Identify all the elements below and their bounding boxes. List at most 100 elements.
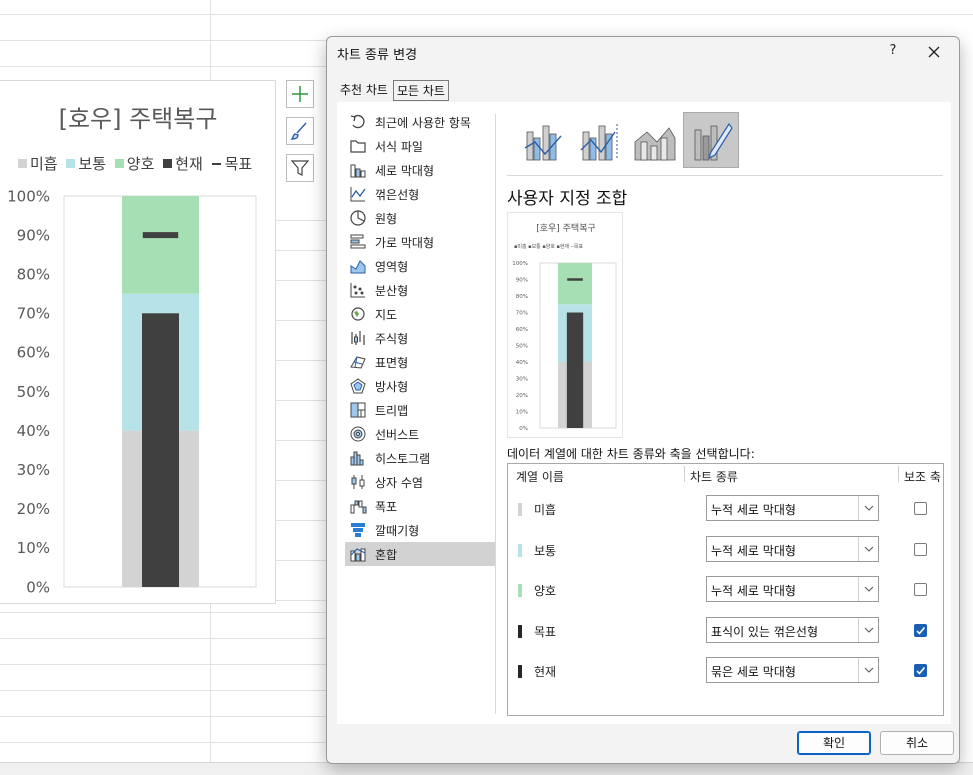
dropdown-button[interactable] [858,658,878,682]
series-name: 양호 [534,584,557,598]
legend-item: 양호 [114,155,154,173]
checkmark-icon [916,666,926,675]
chart-type-item[interactable]: 방사형 [345,374,495,398]
chart-filters-button[interactable] [286,154,314,182]
secondary-axis-checkbox[interactable] [914,583,927,596]
dropdown-button[interactable] [858,536,878,561]
chart-type-item[interactable]: 꺾은선형 [345,182,495,206]
series-color-swatch [518,624,522,638]
series-chart-type-value: 표식이 있는 꺾은선형 [711,624,818,639]
y-tick-label: 100% [512,261,528,267]
chart-type-label: 방사형 [375,379,409,394]
close-button[interactable] [923,41,945,63]
series-row: 양호 누적 세로 막대형 [508,569,943,609]
y-tick-label: 90% [17,226,50,244]
chart-type-label: 분산형 [375,283,409,298]
chart-type-label: 영역형 [375,259,409,274]
secondary-axis-checkbox[interactable] [914,623,927,637]
chart-type-item[interactable]: 히스토그램 [345,446,495,470]
series-row: 현재 묶은 세로 막대형 [508,650,943,690]
chart-type-item[interactable]: 폭포 [345,494,495,518]
column-chart-icon [350,164,366,178]
chart-type-item[interactable]: 세로 막대형 [345,158,495,182]
close-icon [928,46,940,58]
stock-chart-icon [351,331,365,345]
help-button[interactable]: ? [883,43,903,61]
chart-type-item[interactable]: 트리맵 [345,398,495,422]
chart-type-label: 주식형 [375,331,409,346]
y-tick-label: 40% [17,422,50,440]
chart-type-item[interactable]: 상자 수염 [345,470,495,494]
combo-heading: 사용자 지정 조합 [507,189,628,209]
series-chart-type-select[interactable]: 표식이 있는 꺾은선형 [706,616,879,643]
chart-type-label: 최근에 사용한 항목 [375,115,471,130]
chart-type-item[interactable]: 영역형 [345,254,495,278]
subtype-custom-combination[interactable] [683,112,739,168]
chart-styles-button[interactable] [286,117,314,145]
chart-type-label: 꺾은선형 [375,187,420,202]
series-chart-type-select[interactable]: 누적 세로 막대형 [706,495,879,521]
subtype-clustered-column-line[interactable] [515,112,571,168]
radar-chart-icon [350,378,366,394]
y-tick-label: 60% [516,327,528,333]
bar-양호 [122,196,199,294]
chart-type-item[interactable]: 가로 막대형 [345,230,495,254]
chart-type-label: 선버스트 [375,427,420,442]
box-whisker-chart-icon [351,475,365,489]
chart-type-item[interactable]: 선버스트 [345,422,495,446]
secondary-axis-checkbox[interactable] [914,542,927,556]
series-chart-type-select[interactable]: 누적 세로 막대형 [706,576,879,602]
series-chart-type-value: 묶은 세로 막대형 [711,665,796,679]
chevron-down-icon [864,546,873,552]
area-chart-icon [350,260,366,274]
y-tick-label: 30% [17,461,50,479]
legend-item: 보통 [66,155,106,173]
series-name: 현재 [534,665,557,679]
chevron-down-icon [864,667,873,673]
folder-icon [350,140,366,153]
combo-column-line-secondary-icon [580,124,618,161]
secondary-axis-checkbox[interactable] [914,502,927,515]
dropdown-button[interactable] [858,496,878,520]
y-tick-label: 40% [516,360,528,366]
chart-type-item[interactable]: 지도 [345,302,495,326]
chart-type-label: 상자 수염 [375,475,423,490]
chart-elements-button[interactable] [286,80,314,108]
series-color-swatch [518,665,522,678]
series-chart-type-select[interactable]: 묶은 세로 막대형 [706,657,879,683]
dropdown-button[interactable] [858,577,878,601]
tab-all-charts[interactable]: 모든 차트 [392,80,449,101]
scatter-chart-icon [350,283,365,298]
chart-type-item[interactable]: 원형 [345,206,495,230]
brush-icon [290,122,307,140]
tab-recommended[interactable]: 추천 차트 [337,80,391,101]
y-tick-label: 100% [7,187,50,205]
series-chart-type-select[interactable]: 누적 세로 막대형 [706,535,879,562]
subtype-column-line-secondary[interactable] [571,112,627,168]
chart-title: [호우] 주택복구 [58,105,218,133]
combo-subtypes [515,112,739,168]
cancel-button[interactable]: 취소 [880,731,954,755]
line-chart-icon [350,187,366,202]
y-tick-label: 50% [516,343,528,349]
chart-type-item[interactable]: 표면형 [345,350,495,374]
change-chart-type-dialog: 차트 종류 변경 ? 추천 차트 모든 차트 최근에 사용한 항목 서식 파일 세로… [326,36,960,764]
secondary-axis-checkbox[interactable] [914,664,927,677]
subtype-stacked-area-column[interactable] [627,112,683,168]
y-tick-label: 60% [17,344,50,362]
chart-type-item[interactable]: 깔때기형 [345,518,495,542]
chart-type-item[interactable]: 서식 파일 [345,134,495,158]
y-tick-label: 10% [516,409,528,415]
y-tick-label: 90% [516,277,528,283]
chart-type-item[interactable]: 최근에 사용한 항목 [345,110,495,134]
chart-type-item[interactable]: 분산형 [345,278,495,302]
chart-type-item[interactable]: 혼합 [345,542,495,566]
series-row: 보통 누적 세로 막대형 [508,529,943,569]
background-chart[interactable]: [호우] 주택복구 미흡 보통 양호 현재 목표 0% 10% 20% 30% 40% 5… [0,80,276,604]
dropdown-button[interactable] [858,617,878,642]
all-charts-panel: 최근에 사용한 항목서식 파일 세로 막대형꺾은선형원형 가로 막대형영역형분산형지… [337,102,951,724]
ok-button[interactable]: 확인 [797,731,871,755]
bar-chart-icon [350,234,366,249]
chevron-down-icon [864,505,873,511]
chart-type-item[interactable]: 주식형 [345,326,495,350]
